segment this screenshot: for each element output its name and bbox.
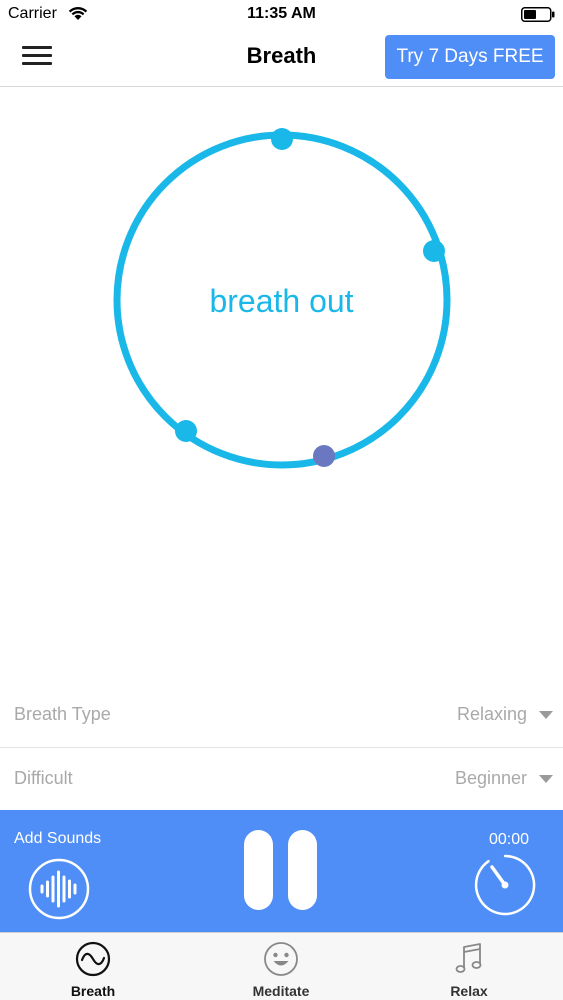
progress-indicator (313, 445, 335, 467)
pause-button[interactable] (244, 830, 320, 912)
tab-relax[interactable]: Relax (409, 933, 529, 1000)
tab-breath[interactable]: Breath (33, 933, 153, 1000)
tab-meditate[interactable]: Meditate (221, 933, 341, 1000)
battery-icon (521, 7, 555, 22)
pause-icon (288, 830, 317, 910)
pause-icon (244, 830, 273, 910)
player-panel: Add Sounds 00:00 (0, 810, 563, 932)
tab-label: Meditate (252, 983, 310, 999)
add-sounds-label: Add Sounds (14, 830, 102, 847)
stopwatch-icon[interactable] (472, 852, 538, 918)
breath-type-row[interactable]: Breath Type Relaxing (0, 684, 563, 748)
difficult-select[interactable]: Beginner (455, 768, 527, 789)
ring-marker-right (423, 240, 445, 262)
sound-wave-icon[interactable] (28, 858, 90, 920)
breath-type-label: Breath Type (14, 704, 111, 724)
tab-label: Relax (450, 983, 488, 999)
breath-phase-text: breath out (209, 283, 354, 319)
breath-type-select[interactable]: Relaxing (457, 704, 527, 725)
status-bar: Carrier 11:35 AM (0, 0, 563, 30)
music-note-icon (455, 943, 482, 973)
chevron-down-icon[interactable] (539, 711, 553, 719)
difficult-label: Difficult (14, 768, 73, 788)
difficult-row[interactable]: Difficult Beginner (0, 748, 563, 812)
wave-circle-icon (75, 941, 111, 977)
navigation-bar: Breath Try 7 Days FREE (0, 30, 563, 87)
try-free-button[interactable]: Try 7 Days FREE (385, 35, 555, 79)
timer-readout: 00:00 (488, 831, 529, 848)
smiley-icon (264, 942, 298, 976)
status-time: 11:35 AM (247, 5, 316, 22)
hamburger-menu-icon[interactable] (22, 46, 54, 70)
chevron-down-icon[interactable] (539, 775, 553, 783)
ring-marker-top (271, 128, 293, 150)
tab-bar: Breath Meditate Relax (0, 932, 563, 1000)
tab-label: Breath (70, 983, 116, 999)
ring-marker-bottom-left (175, 420, 197, 442)
